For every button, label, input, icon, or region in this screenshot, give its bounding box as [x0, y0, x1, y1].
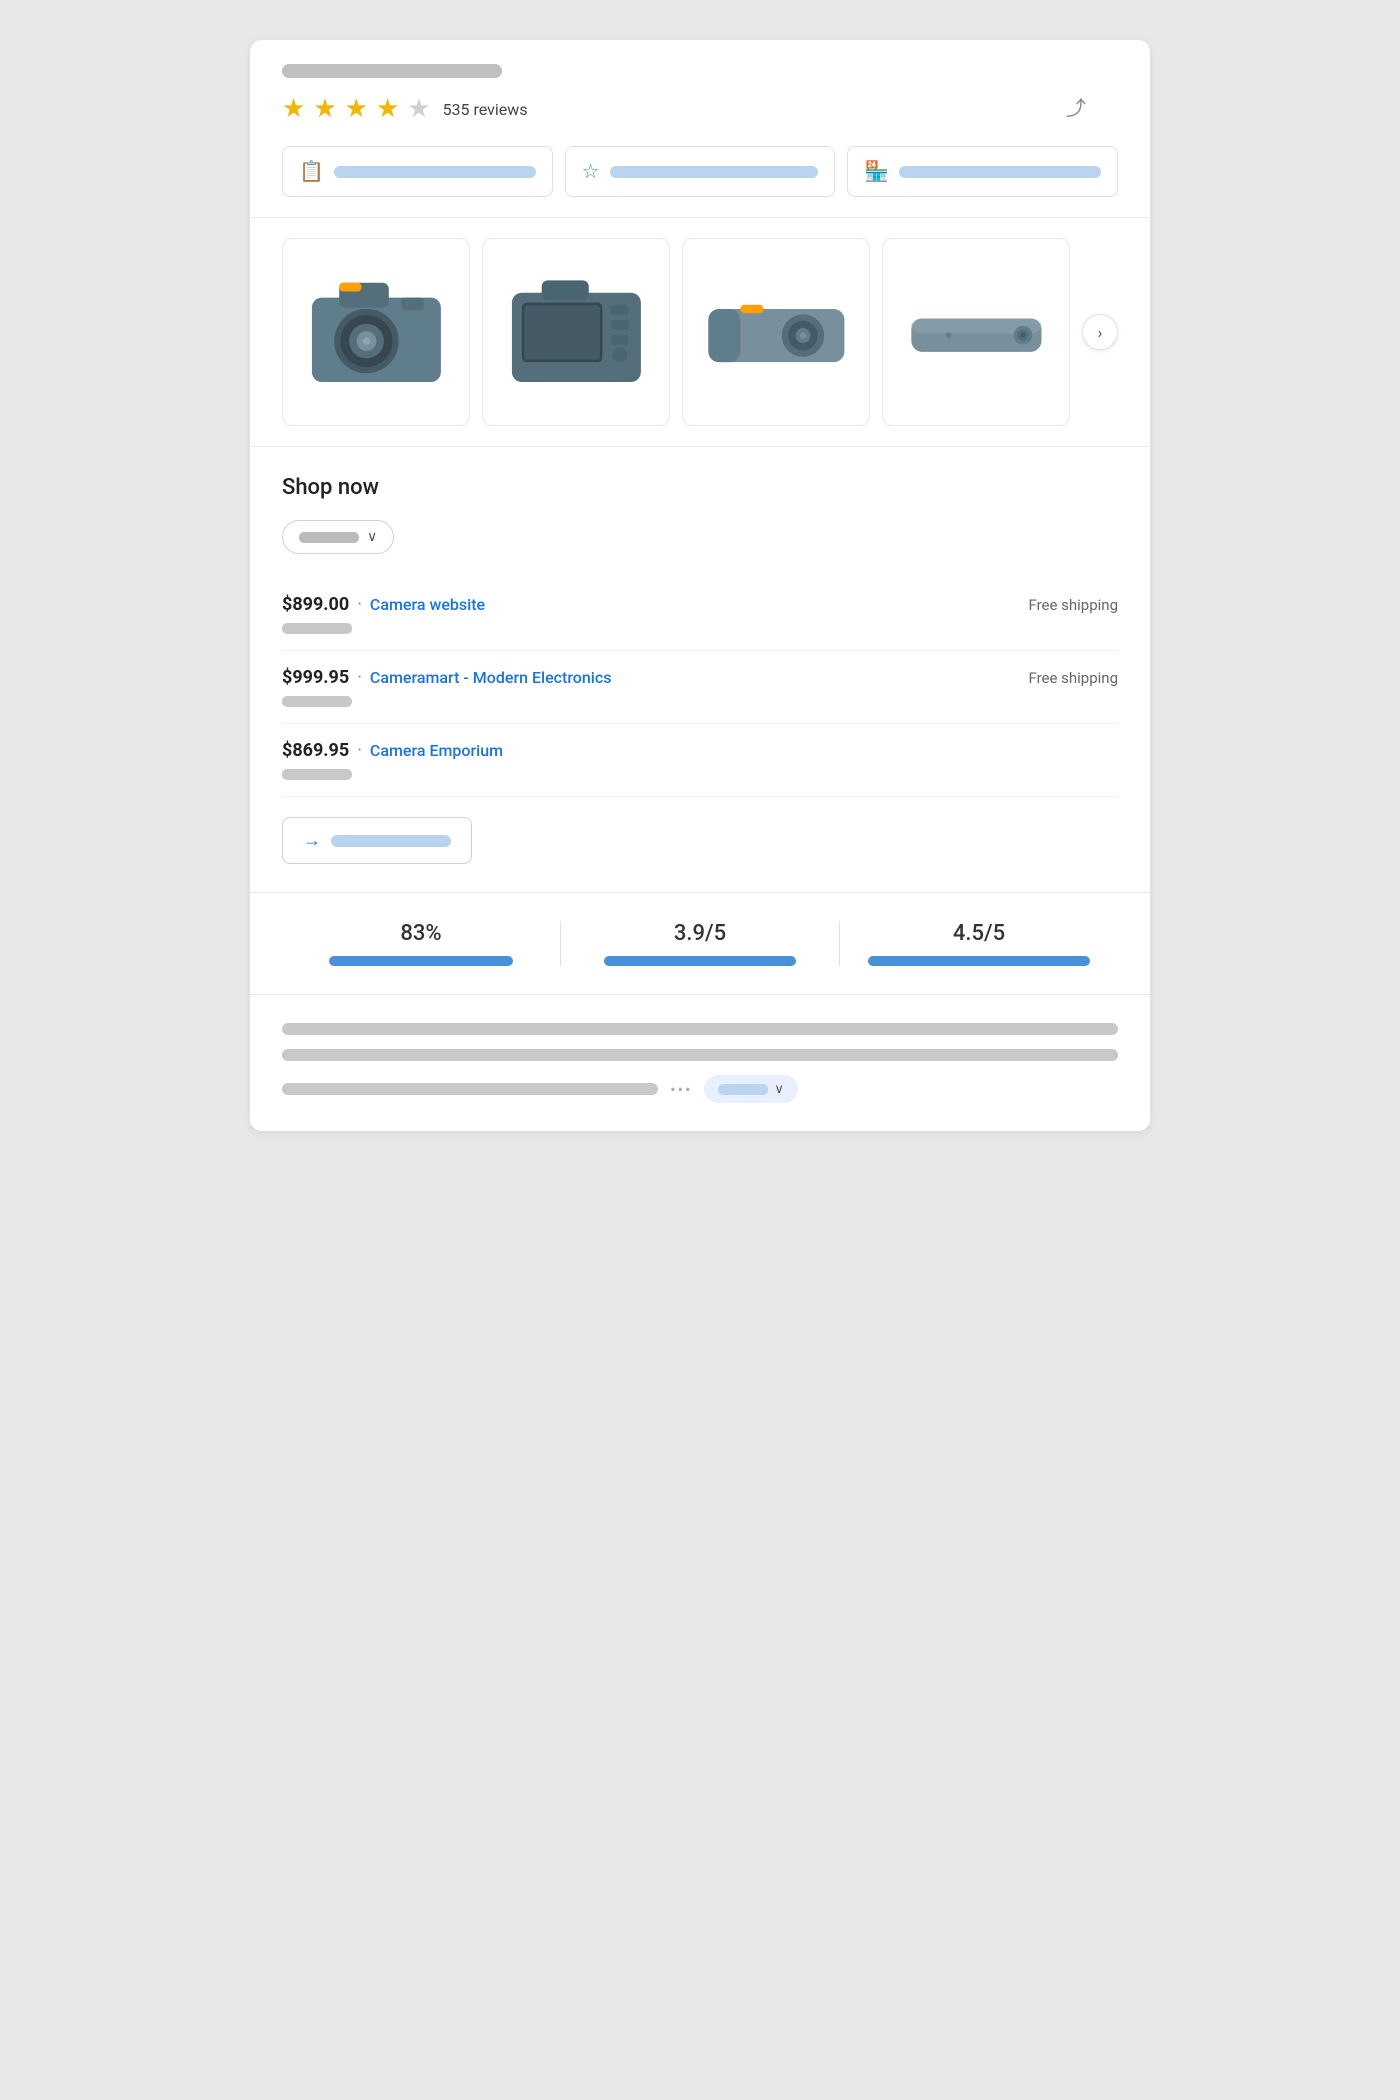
stat-1-bar: [329, 956, 514, 966]
star-5-empty: ★: [407, 94, 430, 124]
top-bar: ⤴ ★ ★ ★ ★ ★ 535 reviews 📋 ☆: [250, 40, 1150, 218]
product-card: ⤴ ★ ★ ★ ★ ★ 535 reviews 📋 ☆: [250, 40, 1150, 1131]
stats-row: 83% 3.9/5 4.5/5: [282, 921, 1118, 966]
expand-dots: •••: [670, 1080, 692, 1099]
see-more-label-placeholder: [331, 835, 451, 847]
store-icon: 🏪: [864, 159, 889, 184]
listing-1-price: $899.00: [282, 594, 349, 615]
bottom-row: ••• ∨: [282, 1075, 1118, 1103]
listing-2-price: $999.95: [282, 667, 349, 688]
review-count: 535 reviews: [443, 100, 528, 119]
listing-3-store-link[interactable]: Camera Emporium: [370, 741, 503, 760]
stat-2-bar: [604, 956, 796, 966]
listing-3-sub: [282, 769, 352, 780]
listing-1: $899.00 · Camera website Free shipping: [282, 578, 1118, 651]
stat-1: 83%: [282, 921, 561, 966]
listing-2-shipping: Free shipping: [1028, 669, 1118, 687]
stat-3: 4.5/5: [840, 921, 1118, 966]
images-row: ›: [282, 238, 1118, 426]
next-arrow-button[interactable]: ›: [1082, 314, 1118, 350]
save-icon: ☆: [582, 159, 600, 184]
listing-2-store-link[interactable]: Cameramart - Modern Electronics: [370, 668, 612, 687]
filter-button[interactable]: ∨: [282, 520, 394, 554]
see-more-button[interactable]: →: [282, 817, 472, 864]
text-line-1: [282, 1023, 1118, 1035]
store-button[interactable]: 🏪: [847, 146, 1118, 197]
text-line-3: [282, 1083, 658, 1095]
stat-2-value: 3.9/5: [674, 921, 726, 946]
listing-1-shipping: Free shipping: [1028, 596, 1118, 614]
camera-image-4[interactable]: [882, 238, 1070, 426]
shop-section: Shop now ∨ $899.00 · Camera website Free…: [250, 447, 1150, 893]
overview-label-placeholder: [334, 166, 536, 178]
listing-1-sub: [282, 623, 352, 634]
stats-section: 83% 3.9/5 4.5/5: [250, 893, 1150, 995]
share-icon[interactable]: ⤴: [1066, 92, 1086, 121]
stat-2: 3.9/5: [561, 921, 840, 966]
stat-3-bar: [868, 956, 1089, 966]
store-label-placeholder: [899, 166, 1101, 178]
save-label-placeholder: [610, 166, 819, 178]
listing-2-sub: [282, 696, 352, 707]
stat-1-value: 83%: [400, 921, 441, 946]
listing-2: $999.95 · Cameramart - Modern Electronic…: [282, 651, 1118, 724]
expand-chevron-icon: ∨: [774, 1081, 784, 1097]
star-1: ★: [282, 94, 305, 124]
dot-3: ·: [357, 740, 362, 761]
overview-button[interactable]: 📋: [282, 146, 553, 197]
dot-2: ·: [357, 667, 362, 688]
overview-icon: 📋: [299, 159, 324, 184]
images-section: ›: [250, 218, 1150, 447]
save-button[interactable]: ☆: [565, 146, 836, 197]
camera-image-2[interactable]: [482, 238, 670, 426]
listing-3-price: $869.95: [282, 740, 349, 761]
expand-label-placeholder: [718, 1084, 768, 1095]
product-title-placeholder: [282, 64, 502, 78]
shop-title: Shop now: [282, 475, 1118, 500]
star-2: ★: [313, 94, 336, 124]
dot-1: ·: [357, 594, 362, 615]
stat-3-value: 4.5/5: [953, 921, 1005, 946]
star-3: ★: [345, 94, 368, 124]
expand-button[interactable]: ∨: [704, 1075, 798, 1103]
filter-label-placeholder: [299, 532, 359, 543]
rating-row: ★ ★ ★ ★ ★ 535 reviews: [282, 94, 1118, 124]
listing-3: $869.95 · Camera Emporium: [282, 724, 1118, 797]
star-4: ★: [376, 94, 399, 124]
listing-1-store-link[interactable]: Camera website: [370, 595, 485, 614]
filter-chevron-icon: ∨: [367, 529, 377, 545]
camera-image-1[interactable]: [282, 238, 470, 426]
arrow-right-icon: →: [303, 830, 321, 851]
action-buttons-row: 📋 ☆ 🏪: [282, 146, 1118, 197]
camera-image-3[interactable]: [682, 238, 870, 426]
text-section: ••• ∨: [250, 995, 1150, 1131]
text-line-2: [282, 1049, 1118, 1061]
